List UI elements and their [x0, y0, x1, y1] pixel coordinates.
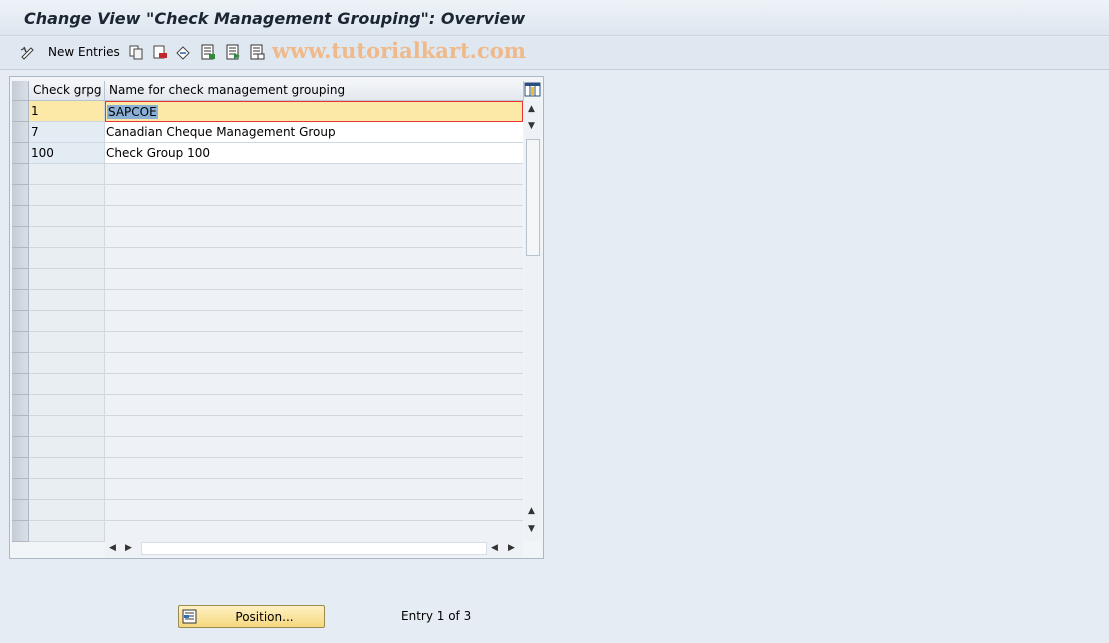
cell-check-grpg[interactable]	[29, 416, 105, 437]
application-toolbar: New Entries	[0, 37, 1109, 70]
cell-name[interactable]	[105, 269, 523, 290]
position-button-label: Position...	[235, 609, 294, 624]
row-selector[interactable]	[12, 122, 29, 143]
cell-name[interactable]	[105, 290, 523, 311]
cell-name[interactable]	[105, 185, 523, 206]
row-selector[interactable]	[12, 458, 29, 479]
display-change-icon[interactable]	[20, 44, 36, 60]
cell-check-grpg[interactable]	[29, 185, 105, 206]
select-all-rows-button[interactable]	[12, 81, 29, 101]
page-title: Change View "Check Management Grouping":…	[24, 9, 526, 28]
cell-check-grpg[interactable]	[29, 458, 105, 479]
scroll-up-icon[interactable]: ▲	[528, 105, 535, 114]
scroll-page-down-icon[interactable]: ▼	[528, 525, 535, 534]
cell-name[interactable]	[105, 416, 523, 437]
scroll-end-left-icon[interactable]: ◀	[491, 544, 498, 553]
row-selector[interactable]	[12, 206, 29, 227]
cell-check-grpg[interactable]	[29, 521, 105, 542]
cell-name[interactable]	[105, 164, 523, 185]
selected-text: SAPCOE	[107, 105, 158, 119]
row-selector[interactable]	[12, 248, 29, 269]
scroll-end-right-icon[interactable]: ▶	[508, 544, 515, 553]
scroll-right-icon[interactable]: ▶	[125, 544, 132, 553]
row-selector[interactable]	[12, 353, 29, 374]
cell-name[interactable]	[105, 458, 523, 479]
row-selector[interactable]	[12, 143, 29, 164]
cell-check-grpg[interactable]	[29, 437, 105, 458]
select-all-icon[interactable]	[200, 44, 216, 60]
cell-name[interactable]	[105, 227, 523, 248]
cell-check-grpg[interactable]: 100	[29, 143, 105, 164]
delete-icon[interactable]	[152, 44, 168, 60]
title-bar: Change View "Check Management Grouping":…	[0, 0, 1109, 36]
row-selector[interactable]	[12, 479, 29, 500]
row-selector[interactable]	[12, 437, 29, 458]
row-selector[interactable]	[12, 374, 29, 395]
row-selector[interactable]	[12, 521, 29, 542]
cell-name[interactable]	[105, 311, 523, 332]
select-block-icon[interactable]	[225, 44, 241, 60]
vertical-scroll-thumb[interactable]	[526, 139, 540, 256]
cell-name[interactable]	[105, 332, 523, 353]
horizontal-scroll-track[interactable]	[141, 542, 487, 555]
cell-check-grpg[interactable]: 1	[29, 101, 105, 122]
cell-check-grpg[interactable]: 7	[29, 122, 105, 143]
copy-icon[interactable]	[128, 44, 144, 60]
cell-name[interactable]	[105, 248, 523, 269]
scroll-left-icon[interactable]: ◀	[109, 544, 116, 553]
cell-name[interactable]: SAPCOE	[105, 101, 523, 122]
cell-check-grpg[interactable]	[29, 311, 105, 332]
horizontal-scrollbar[interactable]: ◀ ▶ ◀ ▶	[105, 540, 523, 557]
row-selector[interactable]	[12, 269, 29, 290]
cell-name[interactable]	[105, 521, 523, 542]
cell-name[interactable]: Canadian Cheque Management Group	[105, 122, 523, 143]
row-selector[interactable]	[12, 101, 29, 122]
position-icon	[182, 609, 197, 624]
deselect-all-icon[interactable]	[249, 44, 265, 60]
cell-check-grpg[interactable]	[29, 269, 105, 290]
column-header-check-grpg[interactable]: Check grpg	[29, 81, 105, 101]
row-selector[interactable]	[12, 416, 29, 437]
cell-name[interactable]	[105, 500, 523, 521]
undo-icon[interactable]	[175, 44, 191, 60]
row-selector[interactable]	[12, 164, 29, 185]
table-control: Check grpg Name for check management gro…	[9, 76, 544, 559]
cell-name[interactable]	[105, 374, 523, 395]
cell-check-grpg[interactable]	[29, 374, 105, 395]
row-selector[interactable]	[12, 332, 29, 353]
entry-counter: Entry 1 of 3	[401, 609, 472, 623]
cell-check-grpg[interactable]	[29, 227, 105, 248]
cell-check-grpg[interactable]	[29, 395, 105, 416]
cell-check-grpg[interactable]	[29, 332, 105, 353]
cell-check-grpg[interactable]	[29, 479, 105, 500]
row-selector[interactable]	[12, 395, 29, 416]
cell-check-grpg[interactable]	[29, 500, 105, 521]
column-header-name[interactable]: Name for check management grouping	[105, 81, 524, 101]
row-selector[interactable]	[12, 227, 29, 248]
table-settings-icon[interactable]	[524, 81, 541, 98]
watermark: www.tutorialkart.com	[272, 38, 526, 63]
cell-check-grpg[interactable]	[29, 206, 105, 227]
cell-check-grpg[interactable]	[29, 290, 105, 311]
cell-name[interactable]	[105, 479, 523, 500]
cell-name[interactable]	[105, 353, 523, 374]
cell-name[interactable]	[105, 437, 523, 458]
cell-check-grpg[interactable]	[29, 164, 105, 185]
cell-name[interactable]	[105, 206, 523, 227]
row-selector[interactable]	[12, 290, 29, 311]
row-selector[interactable]	[12, 311, 29, 332]
position-button[interactable]: Position...	[178, 605, 325, 628]
row-selector[interactable]	[12, 500, 29, 521]
cell-name[interactable]	[105, 395, 523, 416]
new-entries-button[interactable]: New Entries	[48, 45, 120, 59]
cell-check-grpg[interactable]	[29, 248, 105, 269]
scroll-down-icon[interactable]: ▼	[528, 122, 535, 131]
cell-check-grpg[interactable]	[29, 353, 105, 374]
cell-name[interactable]: Check Group 100	[105, 143, 523, 164]
scroll-page-up-icon[interactable]: ▲	[528, 507, 535, 516]
row-selector[interactable]	[12, 185, 29, 206]
vertical-scrollbar[interactable]: ▲ ▼ ▲ ▼	[524, 101, 541, 541]
